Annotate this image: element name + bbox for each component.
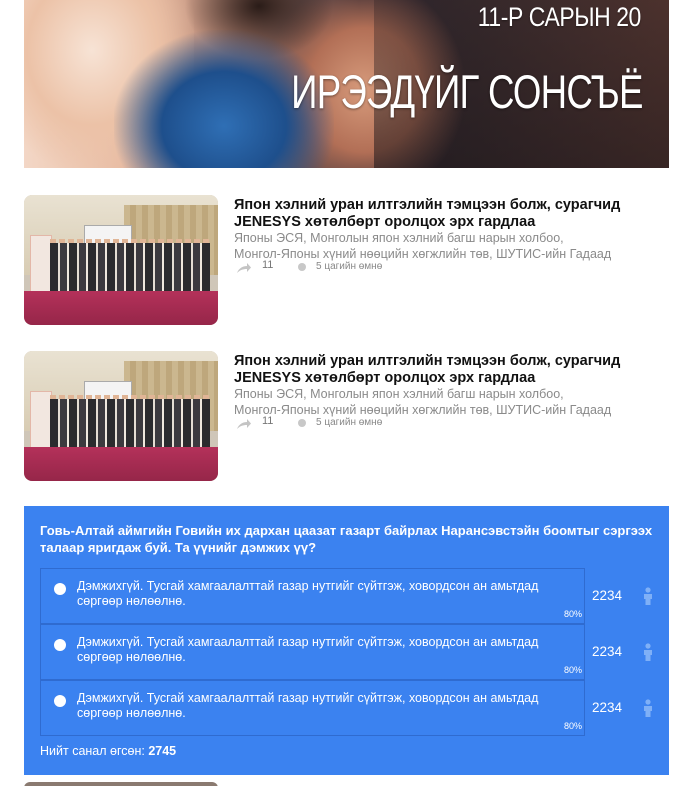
hero-title: ИРЭЭДҮЙГ СОНСЪЁ [291, 65, 643, 118]
article-card[interactable]: Япон хэлний уран илтгэлийн тэмцээн болж,… [24, 195, 644, 325]
poll-option-count: 2234 [592, 644, 623, 659]
poll-option[interactable]: Дэмжихгүй. Тусгай хамгаалалттай газар ну… [40, 624, 585, 680]
poll-option-percent: 80% [563, 609, 582, 619]
hero-banner[interactable]: 11-Р САРЫН 20 ИРЭЭДҮЙГ СОНСЪЁ [24, 0, 669, 168]
poll-option-count: 2234 [592, 588, 623, 603]
thumb-banner [30, 235, 52, 295]
poll-option[interactable]: Дэмжихгүй. Тусгай хамгаалалттай газар ну… [40, 568, 585, 624]
person-icon[interactable] [642, 587, 654, 605]
thumb-floor [24, 291, 218, 325]
article-description: Японы ЭСЯ, Монголын япон хэлний багш нар… [234, 386, 644, 418]
share-icon[interactable] [236, 262, 252, 274]
next-article-thumbnail[interactable] [24, 782, 218, 786]
poll-question: Говь-Алтай аймгийн Говийн их дархан цааз… [40, 523, 653, 555]
radio-button[interactable] [54, 583, 66, 595]
poll-option[interactable]: Дэмжихгүй. Тусгай хамгаалалттай газар ну… [40, 680, 585, 736]
article-meta: 11 5 цагийн өмнө [234, 259, 534, 277]
article-description-line: Японы ЭСЯ, Монголын япон хэлний багш нар… [234, 387, 564, 401]
poll-widget: Говь-Алтай аймгийн Говийн их дархан цааз… [24, 506, 669, 775]
thumb-banner [30, 391, 52, 451]
share-icon[interactable] [236, 418, 252, 430]
poll-total-label: Нийт санал өгсөн: [40, 744, 145, 758]
share-count: 11 [262, 415, 274, 427]
thumb-people [50, 243, 210, 291]
poll-option-percent: 80% [563, 665, 582, 675]
article-description: Японы ЭСЯ, Монголын япон хэлний багш нар… [234, 230, 644, 262]
article-time: 5 цагийн өмнө [316, 417, 383, 428]
thumb-floor [24, 447, 218, 481]
poll-option-label: Дэмжихгүй. Тусгай хамгаалалттай газар ну… [77, 691, 539, 720]
article-thumbnail[interactable] [24, 351, 218, 481]
radio-button[interactable] [54, 695, 66, 707]
poll-total-value: 2745 [148, 744, 177, 758]
poll-option-label: Дэмжихгүй. Тусгай хамгаалалттай газар ну… [77, 579, 539, 608]
hero-date: 11-Р САРЫН 20 [477, 2, 642, 32]
person-icon[interactable] [642, 643, 654, 661]
article-title[interactable]: Япон хэлний уран илтгэлийн тэмцээн болж,… [234, 353, 644, 387]
poll-option-label: Дэмжихгүй. Тусгай хамгаалалттай газар ну… [77, 635, 539, 664]
article-description-line: Японы ЭСЯ, Монголын япон хэлний багш нар… [234, 231, 564, 245]
article-time: 5 цагийн өмнө [316, 261, 383, 272]
person-icon[interactable] [642, 699, 654, 717]
radio-button[interactable] [54, 639, 66, 651]
article-thumbnail[interactable] [24, 195, 218, 325]
article-title[interactable]: Япон хэлний уран илтгэлийн тэмцээн болж,… [234, 197, 644, 231]
share-count: 11 [262, 259, 274, 271]
poll-option-count: 2234 [592, 700, 623, 715]
poll-total: Нийт санал өгсөн: 2745 [40, 744, 176, 758]
thumb-people [50, 399, 210, 447]
article-meta: 11 5 цагийн өмнө [234, 415, 534, 433]
poll-option-percent: 80% [563, 721, 582, 731]
article-card[interactable]: Япон хэлний уран илтгэлийн тэмцээн болж,… [24, 351, 644, 481]
clock-icon [298, 419, 306, 427]
clock-icon [298, 263, 306, 271]
